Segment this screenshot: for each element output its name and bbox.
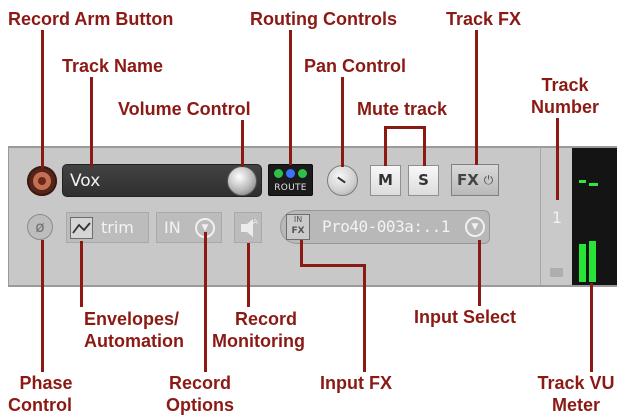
callout-record-options-line1: Record	[168, 373, 231, 393]
callout-record-monitoring-line1: Record	[234, 309, 297, 329]
envelope-button[interactable]: trim	[66, 212, 149, 243]
callout-track-number-line1: Track	[541, 75, 589, 95]
callout-input-fx: Input FX	[320, 373, 392, 393]
callout-phase-control-line2: Control	[8, 395, 72, 415]
leader-input-fx-down	[363, 264, 366, 372]
record-icon	[38, 177, 46, 185]
chevron-down-icon[interactable]: ▼	[465, 217, 485, 237]
vu-peak-left	[579, 180, 586, 183]
input-fx-top-label: IN	[293, 215, 303, 224]
phase-button[interactable]: ø	[27, 214, 53, 240]
leader-record-arm	[41, 30, 44, 168]
track-fx-button[interactable]: FX ⏻	[451, 164, 499, 196]
record-monitoring-button[interactable]: A	[234, 212, 262, 243]
track-number: 1	[551, 208, 563, 227]
callout-track-number-line2: Number	[530, 97, 599, 117]
callout-volume-control: Volume Control	[118, 99, 251, 119]
callout-phase-control-line1: Phase	[19, 373, 73, 393]
fx-label: FX	[457, 171, 479, 189]
leader-track-name	[90, 77, 93, 167]
input-name: Pro40-003a:..1	[322, 217, 450, 236]
speaker-icon: A	[241, 218, 258, 237]
leader-mute-left	[384, 126, 387, 166]
volume-knob[interactable]	[227, 166, 257, 196]
leader-track-number	[556, 118, 559, 200]
vu-bar-left	[579, 244, 586, 282]
pan-knob[interactable]	[327, 165, 358, 196]
callout-record-arm-button: Record Arm Button	[8, 9, 174, 29]
leader-record-options	[204, 232, 207, 372]
callout-track-vu-line1: Track VU	[537, 373, 615, 393]
callout-track-fx: Track FX	[446, 9, 522, 29]
envelope-label: trim	[101, 218, 134, 237]
callout-track-name: Track Name	[62, 56, 164, 76]
callout-routing-controls: Routing Controls	[250, 9, 397, 29]
record-arm-button[interactable]	[27, 166, 57, 196]
callout-mute-track: Mute track	[357, 99, 448, 119]
folder-icon[interactable]	[550, 268, 563, 277]
record-options-button[interactable]: IN ▼	[156, 212, 222, 243]
envelope-icon	[70, 217, 93, 239]
callout-record-options-line2: Options	[166, 395, 234, 415]
vu-bar-right	[589, 241, 596, 282]
mute-button[interactable]: M	[370, 165, 401, 196]
leader-mute-bar	[384, 126, 426, 129]
callout-input-select: Input Select	[414, 307, 517, 327]
record-input-label: IN	[164, 218, 181, 237]
callout-envelopes-line2: Automation	[84, 331, 184, 351]
power-icon[interactable]: ⏻	[480, 171, 497, 189]
pan-indicator	[337, 176, 346, 184]
svg-text:A: A	[253, 218, 258, 226]
leader-input-fx-stem	[300, 240, 303, 266]
callout-record-monitoring-line2: Monitoring	[212, 331, 305, 351]
leader-input-select	[478, 240, 481, 306]
leader-pan	[341, 77, 344, 167]
callout-track-vu-line2: Meter	[551, 395, 600, 415]
routing-icon	[274, 169, 307, 178]
solo-button[interactable]: S	[408, 165, 439, 196]
leader-routing	[289, 30, 292, 165]
leader-mute-right	[423, 126, 426, 166]
track-name-text: Vox	[70, 171, 101, 191]
routing-label: ROUTE	[274, 183, 307, 193]
track-vu-meter	[572, 146, 617, 287]
callout-pan-control: Pan Control	[304, 56, 406, 76]
leader-record-monitoring	[247, 243, 250, 307]
leader-track-vu	[590, 283, 593, 372]
input-fx-button[interactable]: IN FX	[286, 214, 310, 240]
input-select-field[interactable]: Pro40-003a:..1 ▼	[280, 210, 490, 244]
leader-input-fx-bar	[300, 264, 366, 267]
routing-button[interactable]: ROUTE	[268, 164, 313, 196]
leader-track-fx	[475, 30, 478, 165]
vu-peak-right	[589, 183, 598, 186]
leader-phase	[41, 240, 44, 372]
callout-envelopes-line1: Envelopes/	[84, 309, 180, 329]
leader-volume	[241, 120, 244, 167]
input-fx-bottom-label: FX	[291, 226, 305, 236]
leader-envelopes	[80, 241, 83, 307]
